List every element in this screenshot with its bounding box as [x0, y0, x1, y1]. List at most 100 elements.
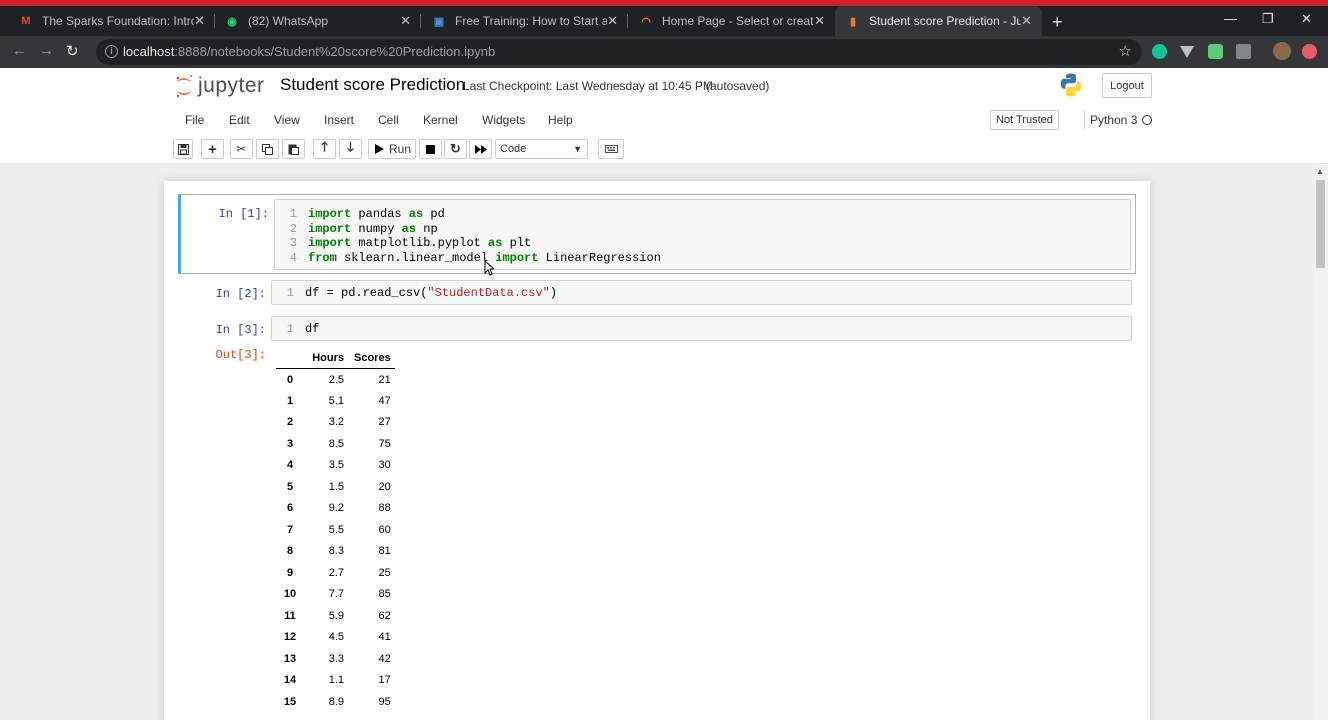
- table-row: 2 3.2 27: [276, 412, 395, 434]
- restore-icon[interactable]: ❐: [1262, 11, 1274, 27]
- tab-title: Home Page - Select or create a n: [662, 14, 814, 28]
- kernel-name[interactable]: Python 3: [1090, 113, 1137, 127]
- code-cell-1[interactable]: In [1]: 1 import pandas as pd 2 import nump…: [178, 194, 1136, 274]
- jupyter-logo-icon[interactable]: [174, 72, 194, 100]
- browser-tab[interactable]: ◠ Home Page - Select or create a n✕: [628, 6, 835, 36]
- stats-extension-icon[interactable]: [1236, 44, 1251, 59]
- hours-cell: 2.7: [328, 566, 344, 579]
- table-row: 14 1.1 17: [276, 670, 395, 692]
- minimize-icon[interactable]: —: [1224, 11, 1237, 26]
- bookmark-star-icon[interactable]: ☆: [1119, 42, 1132, 60]
- cell-type-select[interactable]: Code ▼: [495, 139, 588, 159]
- logout-button[interactable]: Logout: [1102, 73, 1152, 98]
- code-editor[interactable]: 1 import pandas as pd 2 import numpy as np 3…: [274, 199, 1131, 270]
- code-keyword: as: [401, 221, 417, 236]
- table-row: 8 8.3 81: [276, 541, 395, 563]
- scrollbar-thumb[interactable]: [1316, 180, 1325, 268]
- hours-cell: 5.1: [328, 394, 344, 407]
- new-tab-button[interactable]: +: [1052, 12, 1063, 33]
- restart-run-all-button[interactable]: [469, 139, 492, 159]
- code-editor[interactable]: 1 df: [271, 316, 1132, 341]
- paste-button[interactable]: [282, 139, 305, 159]
- tab-title: Free Training: How to Start a Suc: [455, 14, 607, 28]
- copy-button[interactable]: [256, 139, 279, 159]
- save-button[interactable]: [173, 139, 193, 159]
- site-info-icon[interactable]: i: [105, 45, 118, 58]
- browser-tab[interactable]: ▣ Free Training: How to Start a Suc✕: [421, 6, 628, 36]
- row-index: 9: [286, 566, 294, 579]
- menu-insert[interactable]: Insert: [324, 113, 354, 127]
- menu-kernel[interactable]: Kernel: [423, 113, 458, 127]
- menu-widgets[interactable]: Widgets: [482, 113, 525, 127]
- browser-tab-strip: MThe Sparks Foundation: Introduc✕◉(82) W…: [0, 6, 1328, 36]
- close-tab-icon[interactable]: ✕: [400, 13, 411, 29]
- code-keyword: import: [308, 221, 352, 236]
- code-token: np: [416, 221, 438, 236]
- menu-file[interactable]: File: [185, 113, 204, 127]
- row-index: 14: [283, 674, 297, 687]
- scores-cell: 95: [378, 695, 391, 708]
- row-index: 1: [286, 394, 294, 407]
- table-row: 12 4.5 41: [276, 627, 395, 649]
- code-line: 1 df: [272, 322, 1131, 337]
- restart-button[interactable]: ↻: [444, 139, 467, 159]
- mail-extension-icon[interactable]: [1208, 44, 1223, 59]
- scores-cell: 88: [378, 502, 391, 515]
- extension-badge-icon[interactable]: [1302, 44, 1317, 59]
- close-tab-icon[interactable]: ✕: [1021, 13, 1032, 29]
- back-icon[interactable]: ←: [12, 42, 27, 59]
- output-prompt: Out[3]:: [215, 348, 266, 362]
- vidiq-extension-icon[interactable]: [1180, 46, 1194, 58]
- table-row: 4 3.5 30: [276, 455, 395, 477]
- reload-icon[interactable]: ↻: [66, 42, 79, 60]
- hours-cell: 2.5: [328, 373, 344, 386]
- menu-edit[interactable]: Edit: [229, 113, 250, 127]
- address-bar[interactable]: i localhost:8888/notebooks/Student%20sco…: [96, 39, 1142, 65]
- code-line: 3 import matplotlib.pyplot as plt: [275, 236, 1130, 251]
- code-line: 4 from sklearn.linear_model import Linear…: [275, 251, 1130, 266]
- move-up-button[interactable]: 🡑: [313, 139, 336, 159]
- notebook-title[interactable]: Student score Prediction: [280, 75, 465, 95]
- row-index: 8: [286, 545, 294, 558]
- table-row: 9 2.7 25: [276, 562, 395, 584]
- close-tab-icon[interactable]: ✕: [814, 13, 825, 29]
- move-down-button[interactable]: 🡓: [339, 139, 362, 159]
- restart-icon: ↻: [450, 141, 461, 156]
- interrupt-button[interactable]: [419, 139, 442, 159]
- menu-cell[interactable]: Cell: [378, 113, 399, 127]
- profile-avatar[interactable]: [1273, 42, 1291, 60]
- scores-cell: 25: [378, 566, 391, 579]
- run-button[interactable]: Run: [368, 139, 416, 159]
- row-index: 11: [284, 609, 296, 622]
- close-window-icon[interactable]: ✕: [1301, 11, 1312, 27]
- menu-help[interactable]: Help: [548, 113, 573, 127]
- row-index: 10: [283, 588, 297, 601]
- row-index: 2: [286, 416, 294, 429]
- input-prompt: In [1]:: [218, 207, 269, 221]
- code-cell-3[interactable]: In [3]: 1 df: [178, 314, 1136, 344]
- browser-tab[interactable]: M The Sparks Foundation: Introduc✕: [8, 6, 215, 36]
- command-palette-button[interactable]: [598, 139, 624, 159]
- code-editor[interactable]: 1 df = pd.read_csv("StudentData.csv"): [271, 280, 1132, 305]
- hours-cell: 3.3: [328, 652, 344, 665]
- forward-icon[interactable]: →: [39, 42, 54, 59]
- menu-view[interactable]: View: [274, 113, 300, 127]
- close-tab-icon[interactable]: ✕: [194, 13, 205, 29]
- jupyter-brand[interactable]: jupyter: [198, 74, 265, 98]
- scroll-up-icon[interactable]: ▲: [1316, 167, 1324, 176]
- table-body: 0 2.5 21 1 5.1 47 2 3.2 27 3 8.5 75 4 3.5 30 5 1.5 20 6 9.2…: [276, 369, 395, 713]
- close-tab-icon[interactable]: ✕: [607, 13, 618, 29]
- code-token: LinearRegression: [538, 250, 661, 265]
- insert-cell-button[interactable]: +: [201, 139, 224, 159]
- grammarly-extension-icon[interactable]: [1152, 44, 1167, 59]
- not-trusted-badge[interactable]: Not Trusted: [990, 110, 1059, 130]
- browser-tab[interactable]: ▮ Student score Prediction - Jupyte✕: [835, 6, 1042, 36]
- code-cell-2[interactable]: In [2]: 1 df = pd.read_csv("StudentData.c…: [178, 278, 1136, 308]
- scores-cell: 42: [378, 652, 391, 665]
- keyboard-icon: [604, 145, 618, 153]
- browser-tab[interactable]: ◉ (82) WhatsApp ✕: [214, 6, 421, 36]
- hours-cell: 5.5: [328, 523, 344, 536]
- table-row: 15 8.9 95: [276, 691, 395, 713]
- cut-button[interactable]: ✂: [230, 139, 253, 159]
- address-text[interactable]: localhost:8888/notebooks/Student%20score…: [123, 44, 495, 59]
